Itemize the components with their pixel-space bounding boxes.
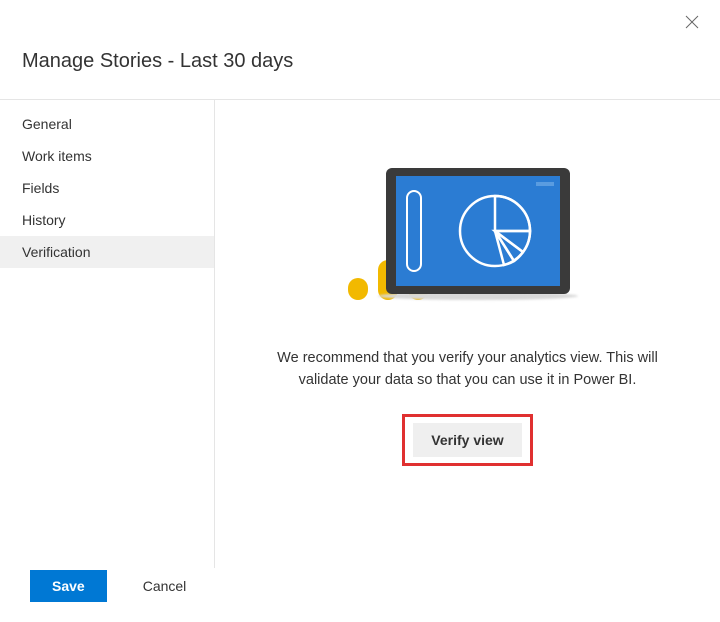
content-area: General Work items Fields History Verifi… [0,100,720,568]
verify-button-highlight: Verify view [402,414,532,466]
analytics-illustration [348,168,588,308]
main-panel: We recommend that you verify your analyt… [214,100,720,568]
dialog-footer: Save Cancel [30,570,208,602]
cancel-button[interactable]: Cancel [121,570,209,602]
sidebar-item-label: Fields [22,180,59,196]
tablet-icon [386,168,570,294]
close-icon [685,15,699,29]
save-button[interactable]: Save [30,570,107,602]
sidebar-item-history[interactable]: History [0,204,214,236]
sidebar-item-label: Work items [22,148,92,164]
pie-chart-icon [454,190,536,272]
sidebar-item-work-items[interactable]: Work items [0,140,214,172]
dialog-header: Manage Stories - Last 30 days [0,0,720,99]
sidebar-item-label: Verification [22,244,90,260]
sidebar-item-fields[interactable]: Fields [0,172,214,204]
dialog-title: Manage Stories - Last 30 days [22,50,698,73]
verify-view-button[interactable]: Verify view [413,423,521,457]
verification-description: We recommend that you verify your analyt… [258,348,678,392]
sidebar-item-general[interactable]: General [0,108,214,140]
sidebar-item-label: General [22,116,72,132]
sidebar-item-label: History [22,212,66,228]
close-button[interactable] [682,12,702,32]
sidebar: General Work items Fields History Verifi… [0,100,214,568]
sidebar-item-verification[interactable]: Verification [0,236,214,268]
